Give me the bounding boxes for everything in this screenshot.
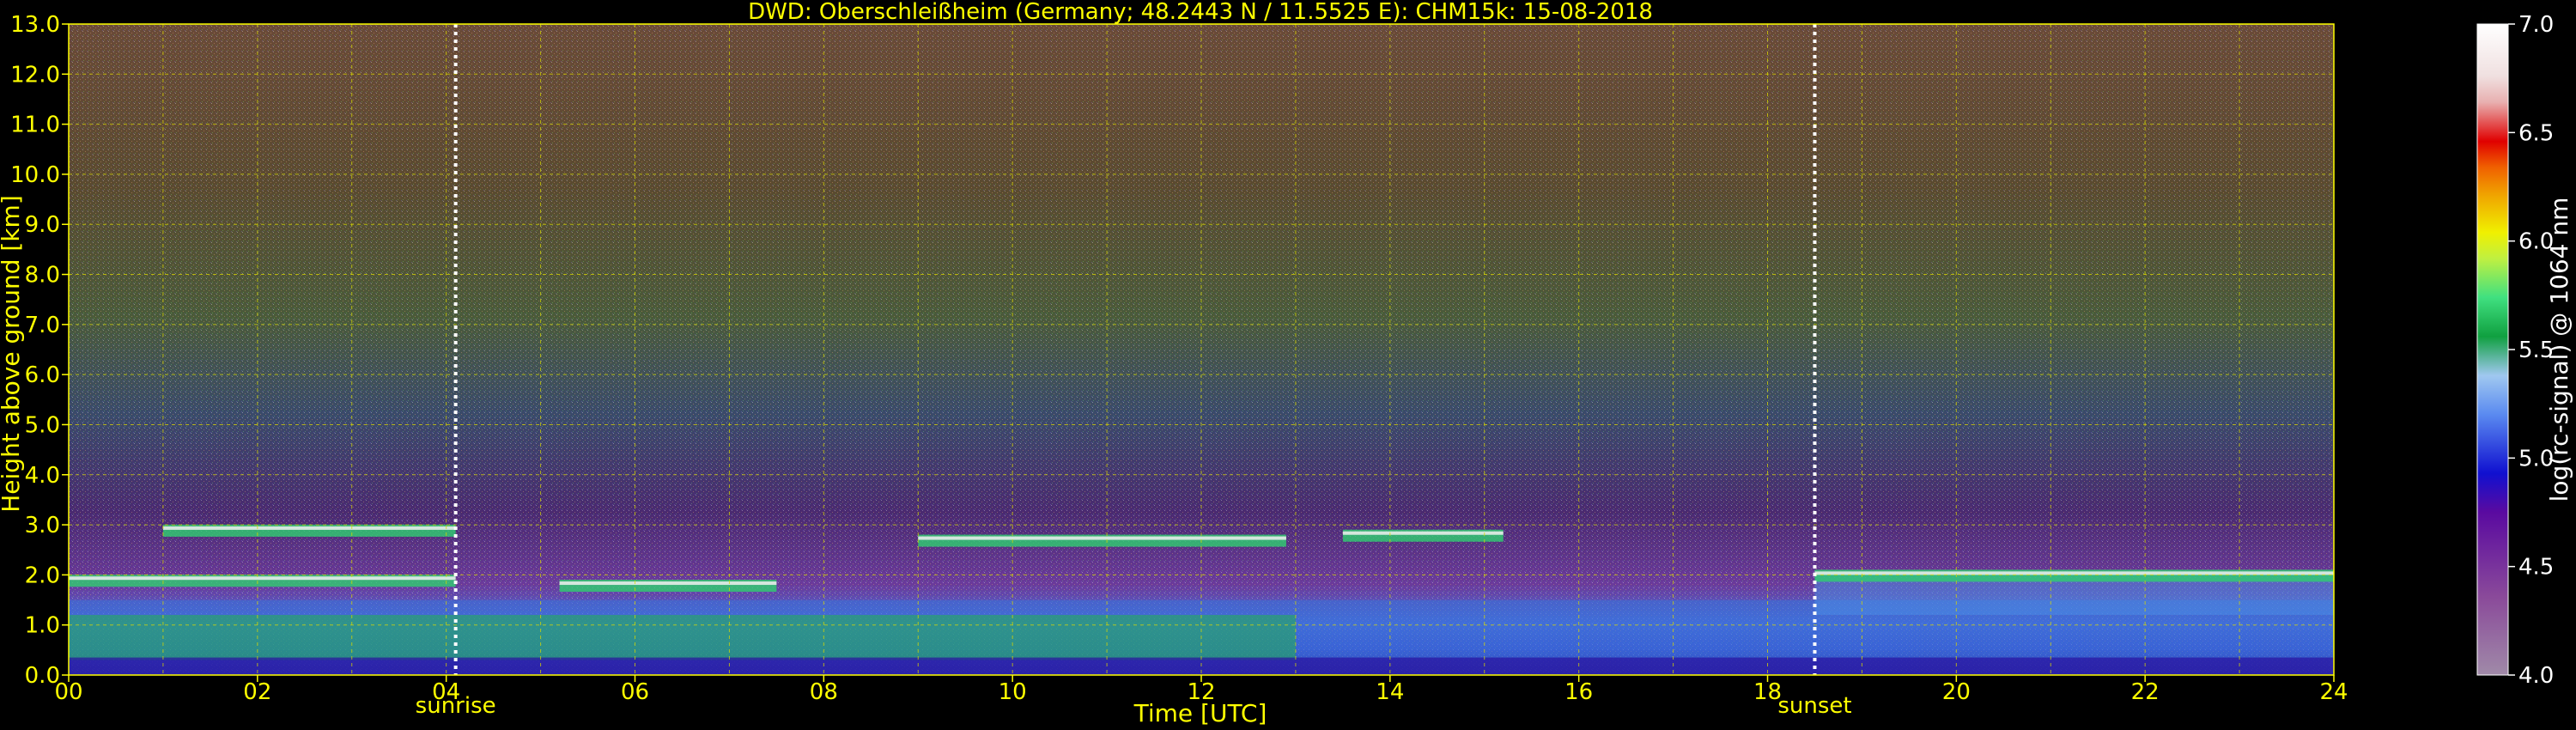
y-tick-label: 2.0	[25, 563, 60, 588]
x-tick-label: 14	[1376, 679, 1404, 705]
plot-area	[68, 23, 2335, 676]
y-tick-label: 4.0	[25, 463, 60, 489]
boundary-layer-green-band	[69, 615, 1296, 660]
cloud-layer-top	[1342, 531, 1504, 535]
colorbar-tick-label: 6.5	[2518, 120, 2554, 146]
colorbar-tick-label: 7.0	[2518, 12, 2554, 38]
x-tick-label: 02	[243, 679, 271, 705]
cloud-layer-top	[162, 526, 456, 530]
x-tick-label: 06	[621, 679, 649, 705]
cloud-layer-top	[1814, 571, 2334, 575]
y-tick-label: 12.0	[10, 62, 60, 88]
colorbar-tick-label: 4.5	[2518, 555, 2554, 581]
x-tick-label: 24	[2319, 679, 2348, 705]
x-tick-label: 08	[810, 679, 838, 705]
colorbar-label: log(rc-signal) @ 1064 nm	[2545, 198, 2573, 502]
x-tick-label: 22	[2131, 679, 2160, 705]
y-tick-label: 10.0	[10, 162, 60, 188]
colorbar-scale	[2476, 23, 2509, 676]
y-tick-label: 1.0	[25, 613, 60, 639]
x-tick-label: 16	[1564, 679, 1593, 705]
y-tick-label: 9.0	[25, 212, 60, 238]
y-tick-label: 5.0	[25, 412, 60, 438]
y-tick-label: 7.0	[25, 313, 60, 338]
cloud-layer-top	[69, 576, 456, 581]
cloud-layer-top	[559, 581, 777, 586]
x-tick-label: 20	[1942, 679, 1971, 705]
event-label-sunset: sunset	[1777, 693, 1851, 719]
x-axis-label: Time [UTC]	[1133, 699, 1267, 727]
y-tick-label: 6.0	[25, 362, 60, 388]
chart-title: DWD: Oberschleißheim (Germany; 48.2443 N…	[748, 0, 1653, 25]
y-tick-label: 11.0	[10, 113, 60, 138]
colorbar: 4.04.55.05.56.06.57.0 log(rc-signal) @ 1…	[2476, 12, 2573, 689]
y-tick-label: 3.0	[25, 513, 60, 538]
cloud-layer-top	[918, 536, 1286, 540]
y-tick-label: 0.0	[25, 663, 60, 689]
x-tick-label: 10	[999, 679, 1027, 705]
y-axis-label: Height above ground [km]	[0, 195, 25, 513]
colorbar-tick-label: 4.0	[2518, 663, 2554, 689]
event-label-sunrise: sunrise	[416, 693, 496, 719]
y-tick-label: 8.0	[25, 263, 60, 289]
lidar-backscatter-chart: DWD: Oberschleißheim (Germany; 48.2443 N…	[0, 0, 2573, 727]
y-tick-label: 13.0	[10, 12, 60, 38]
